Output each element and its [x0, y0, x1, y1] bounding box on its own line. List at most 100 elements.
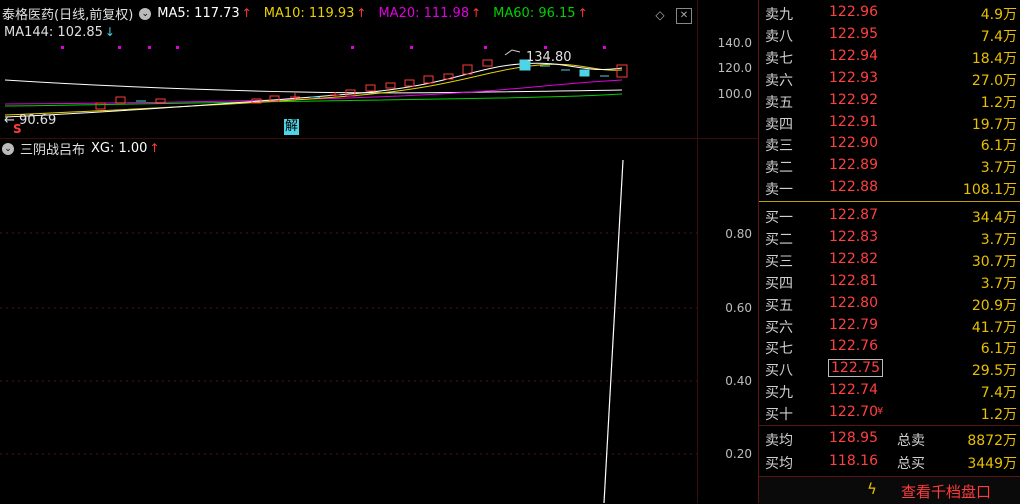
buy-row[interactable]: 买六 122.79 41.7万	[759, 315, 1020, 336]
indicator-panel[interactable]: ⌄ 三阴战吕布 XG: 1.00 ↑ 0.80 0.60 0.40 0.20	[0, 138, 758, 503]
order-book: 卖九 122.96 4.9万 卖八 122.95 7.4万 卖七 122.94 18.4万 卖六 1…	[758, 0, 1020, 504]
s-marker: S	[13, 122, 22, 136]
sell-price[interactable]: 122.92	[829, 92, 878, 108]
buy10-flag: ¥	[877, 406, 884, 418]
buy-volume: 29.5万	[971, 363, 1017, 380]
chart-axis-divider	[697, 0, 698, 503]
ma10-line	[4, 63, 623, 116]
sell-price[interactable]: 122.88	[829, 179, 878, 195]
buy-level-label: 买五	[765, 297, 793, 314]
jie-marker[interactable]: 解	[284, 119, 300, 135]
sell-level-label: 卖七	[765, 50, 793, 67]
sell-volume: 18.4万	[971, 50, 1017, 67]
buy-price[interactable]: 122.82	[829, 251, 878, 267]
buy-price[interactable]: 122.83	[829, 229, 878, 245]
buy-level-label: 买九	[765, 385, 793, 402]
sell-volume: 4.9万	[980, 7, 1017, 23]
sell-level-label: 卖二	[765, 160, 793, 177]
sell-row[interactable]: 卖二 122.89 3.7万	[759, 155, 1020, 176]
buy-volume: 41.7万	[971, 319, 1017, 336]
signal-dots	[61, 46, 606, 49]
buy-level-label: 买三	[765, 253, 793, 270]
sell-level-label: 卖六	[765, 72, 793, 89]
ind-axis-060: 0.60	[725, 301, 752, 315]
sell-row[interactable]: 卖九 122.96 4.9万	[759, 2, 1020, 23]
xg-line	[603, 159, 624, 503]
sell-price[interactable]: 122.89	[829, 157, 878, 173]
buy-volume: 3.7万	[980, 231, 1017, 248]
sell-level-label: 卖四	[765, 116, 793, 133]
buy-volume: 1.2万	[980, 407, 1017, 424]
buy-row[interactable]: 买二 122.83 3.7万	[759, 227, 1020, 248]
footer-bar: ϟ 查看千档盘口	[759, 476, 1020, 504]
down-candles	[136, 59, 609, 102]
book-separator-2	[759, 425, 1020, 426]
buy-volume: 30.7万	[971, 253, 1017, 270]
sell-price[interactable]: 122.93	[829, 70, 878, 86]
buy-row[interactable]: 买四 122.81 3.7万	[759, 271, 1020, 292]
sell-price[interactable]: 122.94	[829, 48, 878, 64]
book-separator	[759, 201, 1020, 202]
price-axis-100: 100.0	[717, 87, 752, 101]
sell-volume: 6.1万	[980, 138, 1017, 155]
buy-row[interactable]: 买五 122.80 20.9万	[759, 293, 1020, 314]
lightning-icon: ϟ	[867, 480, 877, 498]
buy-level-label: 买八	[765, 363, 793, 380]
sell-level-label: 卖一	[765, 182, 793, 199]
ind-axis-080: 0.80	[725, 227, 752, 241]
view-full-depth-link[interactable]: 查看千档盘口	[901, 481, 991, 502]
sell-volume: 7.4万	[980, 28, 1017, 45]
sell-volume: 1.2万	[980, 94, 1017, 111]
sell-price[interactable]: 122.90	[829, 135, 878, 151]
buy-price[interactable]: 122.79	[829, 317, 878, 333]
indicator-chart	[0, 159, 698, 503]
buy-volume: 20.9万	[971, 297, 1017, 314]
sell-row[interactable]: 卖一 122.88 108.1万	[759, 177, 1020, 198]
sell-volume: 19.7万	[971, 116, 1017, 133]
kline-chart	[4, 46, 628, 118]
buy-row[interactable]: 买一 122.87 34.4万	[759, 205, 1020, 226]
kline-panel[interactable]: 泰格医药(日线,前复权) ⌄ MA5: 117.73 ↑ MA10: 119.93…	[0, 0, 758, 139]
price-axis-120: 120.0	[717, 61, 752, 75]
high-price-label: 134.80	[526, 50, 572, 65]
buy-price[interactable]: 122.75	[828, 359, 883, 378]
sell-row[interactable]: 卖五 122.92 1.2万	[759, 90, 1020, 111]
sell-row[interactable]: 卖七 122.94 18.4万	[759, 46, 1020, 67]
buy-row[interactable]: 买十 122.70 ¥1.2万	[759, 402, 1020, 423]
buy-row[interactable]: 买七 122.76 6.1万	[759, 336, 1020, 357]
sell-price[interactable]: 122.91	[829, 114, 878, 130]
sell-volume: 3.7万	[980, 160, 1017, 177]
sell-level-label: 卖九	[765, 7, 793, 23]
buy-price[interactable]: 122.80	[829, 295, 878, 311]
buy-level-label: 买四	[765, 275, 793, 292]
sell-price[interactable]: 122.95	[829, 26, 878, 42]
buy-price[interactable]: 122.74	[829, 382, 878, 398]
buy-price[interactable]: 122.70	[829, 404, 878, 420]
buy-price[interactable]: 122.81	[829, 273, 878, 289]
buy-level-label: 买十	[765, 407, 793, 424]
low-price-label: ← 90.69	[4, 113, 57, 128]
buy-row[interactable]: 买九 122.74 7.4万	[759, 380, 1020, 401]
buy-row[interactable]: 买八 122.75 29.5万	[759, 358, 1020, 379]
buy-level-label: 买一	[765, 210, 793, 226]
high-marker-line	[504, 49, 521, 56]
sell-level-label: 卖三	[765, 138, 793, 155]
avg-sell-row: 卖均 128.95 总卖 8872万	[765, 430, 1017, 449]
sell-row[interactable]: 卖八 122.95 7.4万	[759, 24, 1020, 45]
buy-volume: 3.7万	[980, 275, 1017, 292]
sell-row[interactable]: 卖四 122.91 19.7万	[759, 112, 1020, 133]
buy-price[interactable]: 122.76	[829, 338, 878, 354]
buy-volume: 6.1万	[980, 341, 1017, 358]
buy-row[interactable]: 买三 122.82 30.7万	[759, 249, 1020, 270]
sell-level-label: 卖八	[765, 28, 793, 45]
price-axis-140: 140.0	[717, 36, 752, 50]
grid-lines	[0, 232, 698, 455]
sell-row[interactable]: 卖六 122.93 27.0万	[759, 68, 1020, 89]
sell-price[interactable]: 122.96	[829, 4, 878, 20]
ind-axis-020: 0.20	[725, 447, 752, 461]
sell-volume: 27.0万	[971, 72, 1017, 89]
buy-price[interactable]: 122.87	[829, 207, 878, 223]
sell-row[interactable]: 卖三 122.90 6.1万	[759, 133, 1020, 154]
buy-level-label: 买七	[765, 341, 793, 358]
buy-volume: 7.4万	[980, 385, 1017, 402]
